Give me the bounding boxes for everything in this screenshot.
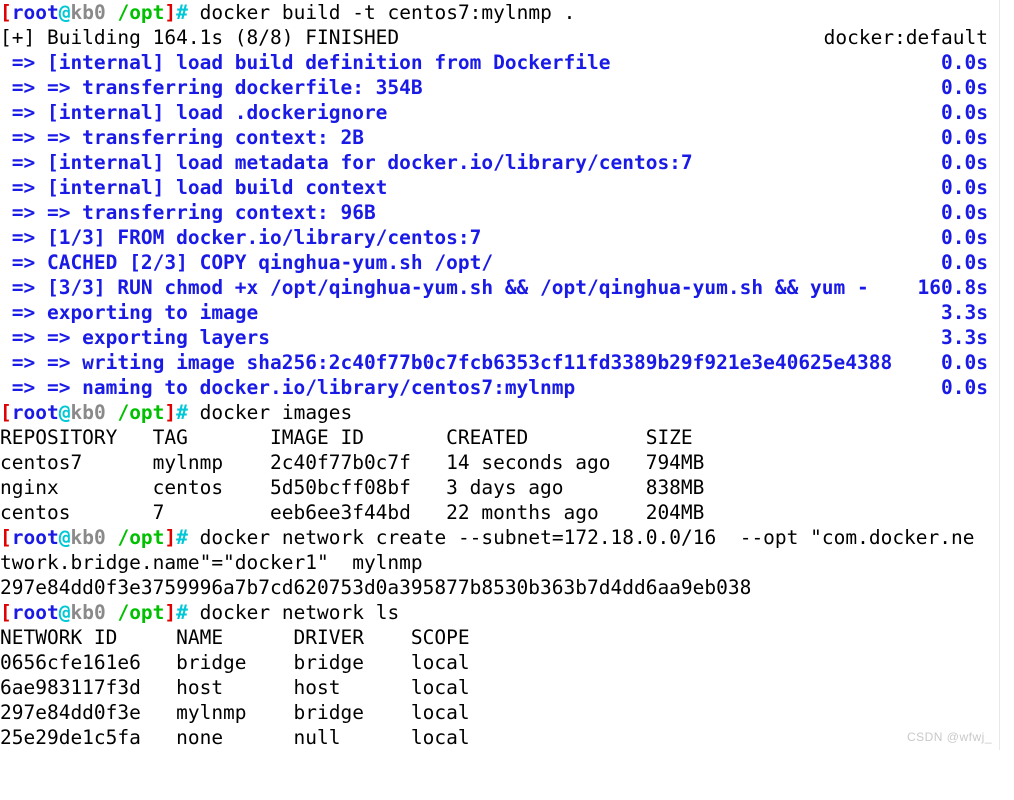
build-step-row: => [3/3] RUN chmod +x /opt/qinghua-yum.s…: [0, 275, 1000, 300]
build-step-time: 0.0s: [941, 351, 988, 374]
build-step-row: => => transferring dockerfile: 354B 0.0s: [0, 75, 1000, 100]
network-table-row: 6ae983117f3d host host local: [0, 675, 1000, 700]
build-step-time: 0.0s: [941, 201, 988, 224]
build-summary-line: [+] Building 164.1s (8/8) FINISHED docke…: [0, 25, 1000, 50]
prompt-sigil: #: [176, 401, 188, 424]
command-line-network-create-wrap: twork.bridge.name"="docker1" mylnmp: [0, 550, 1000, 575]
build-step-time: 0.0s: [941, 126, 988, 149]
network-table-row-text: 6ae983117f3d host host local: [0, 676, 470, 699]
build-step-time: 0.0s: [941, 251, 988, 274]
prompt-open-bracket: [: [0, 401, 12, 424]
build-step-time: 0.0s: [941, 176, 988, 199]
images-table-row: centos7 mylnmp 2c40f77b0c7f 14 seconds a…: [0, 450, 1000, 475]
command-text-network-ls: docker network ls: [187, 601, 400, 624]
build-step-time: 0.0s: [941, 226, 988, 249]
build-step-row: => [internal] load build context 0.0s: [0, 175, 1000, 200]
prompt-path: /opt: [117, 601, 165, 624]
prompt-at-symbol: @: [58, 1, 71, 24]
build-step-time: 0.0s: [941, 76, 988, 99]
prompt-sigil: #: [176, 526, 188, 549]
build-step-row: => [internal] load metadata for docker.i…: [0, 150, 1000, 175]
build-step-row: => [1/3] FROM docker.io/library/centos:7…: [0, 225, 1000, 250]
scrollbar-gutter[interactable]: [999, 0, 1014, 750]
images-table-row-text: centos7 mylnmp 2c40f77b0c7f 14 seconds a…: [0, 451, 705, 474]
prompt-hostname: kb0: [70, 1, 106, 24]
prompt-close-bracket: ]: [164, 1, 177, 24]
prompt-hostname: kb0: [70, 401, 106, 424]
build-step-row: => => writing image sha256:2c40f77b0c7fc…: [0, 350, 1000, 375]
network-table-row: 297e84dd0f3e mylnmp bridge local: [0, 700, 1000, 725]
prompt-line: [root@kb0 /opt]# docker build -t centos7…: [0, 0, 575, 25]
network-table-row-text: 297e84dd0f3e mylnmp bridge local: [0, 701, 470, 724]
prompt-sigil: #: [176, 1, 188, 24]
csdn-watermark: CSDN @wfwj_: [906, 730, 992, 744]
network-table-row: 0656cfe161e6 bridge bridge local: [0, 650, 1000, 675]
prompt-user: root: [11, 401, 59, 424]
prompt-user: root: [11, 601, 59, 624]
images-table-header: REPOSITORY TAG IMAGE ID CREATED SIZE: [0, 425, 1000, 450]
build-step-row: => => transferring context: 2B 0.0s: [0, 125, 1000, 150]
build-step-time: 160.8s: [917, 276, 988, 299]
network-table-row-text: 0656cfe161e6 bridge bridge local: [0, 651, 470, 674]
prompt-sigil: #: [176, 601, 188, 624]
prompt-at-symbol: @: [58, 526, 71, 549]
command-line-network-create: [root@kb0 /opt]# docker network create -…: [0, 525, 1000, 550]
prompt-line: [root@kb0 /opt]# docker network ls: [0, 600, 399, 625]
prompt-path: /opt: [117, 1, 165, 24]
prompt-open-bracket: [: [0, 601, 12, 624]
prompt-path: /opt: [117, 401, 165, 424]
network-table-row-text: 25e29de1c5fa none null local: [0, 726, 470, 749]
build-step-time: 0.0s: [941, 376, 988, 399]
build-step-row: => => naming to docker.io/library/centos…: [0, 375, 1000, 400]
prompt-hostname: kb0: [70, 601, 106, 624]
prompt-line: [root@kb0 /opt]# docker network create -…: [0, 525, 975, 550]
prompt-user: root: [11, 526, 59, 549]
build-step-row: => => transferring context: 96B 0.0s: [0, 200, 1000, 225]
prompt-hostname: kb0: [70, 526, 106, 549]
prompt-at-symbol: @: [58, 601, 71, 624]
prompt-line: [root@kb0 /opt]# docker images: [0, 400, 352, 425]
build-step-time: 0.0s: [941, 101, 988, 124]
build-step-row: => => exporting layers 3.3s: [0, 325, 1000, 350]
build-step-row: => CACHED [2/3] COPY qinghua-yum.sh /opt…: [0, 250, 1000, 275]
command-line-build: [root@kb0 /opt]# docker build -t centos7…: [0, 0, 1000, 25]
images-table-header-text: REPOSITORY TAG IMAGE ID CREATED SIZE: [0, 426, 693, 449]
prompt-close-bracket: ]: [164, 601, 177, 624]
prompt-path: /opt: [117, 526, 165, 549]
images-table-row-text: nginx centos 5d50bcff08bf 3 days ago 838…: [0, 476, 705, 499]
build-step-row: => [internal] load .dockerignore 0.0s: [0, 100, 1000, 125]
command-text-network-create: docker network create --subnet=172.18.0.…: [187, 526, 975, 549]
build-driver-label: docker:default: [823, 26, 988, 49]
build-step-row: => [internal] load build definition from…: [0, 50, 1000, 75]
prompt-open-bracket: [: [0, 526, 12, 549]
images-table-row: nginx centos 5d50bcff08bf 3 days ago 838…: [0, 475, 1000, 500]
prompt-at-symbol: @: [58, 401, 71, 424]
network-id-output-text: 297e84dd0f3e3759996a7b7cd620753d0a395877…: [0, 576, 752, 599]
command-text-images: docker images: [187, 401, 353, 424]
build-step-time: 0.0s: [941, 151, 988, 174]
prompt-user: root: [11, 1, 59, 24]
prompt-close-bracket: ]: [164, 526, 177, 549]
terminal-screen[interactable]: [root@kb0 /opt]# docker build -t centos7…: [0, 0, 1000, 750]
build-step-time: 3.3s: [941, 301, 988, 324]
network-create-output: 297e84dd0f3e3759996a7b7cd620753d0a395877…: [0, 575, 1000, 600]
command-text-network-create-wrap: twork.bridge.name"="docker1" mylnmp: [0, 551, 423, 574]
build-step-time: 3.3s: [941, 326, 988, 349]
network-table-header: NETWORK ID NAME DRIVER SCOPE: [0, 625, 1000, 650]
network-table-row: 25e29de1c5fa none null local: [0, 725, 1000, 750]
prompt-close-bracket: ]: [164, 401, 177, 424]
images-table-row-text: centos 7 eeb6ee3f44bd 22 months ago 204M…: [0, 501, 705, 524]
prompt-open-bracket: [: [0, 1, 12, 24]
command-line-images: [root@kb0 /opt]# docker images: [0, 400, 1000, 425]
command-line-network-ls: [root@kb0 /opt]# docker network ls: [0, 600, 1000, 625]
command-text-build: docker build -t centos7:mylnmp .: [187, 1, 576, 24]
images-table-row: centos 7 eeb6ee3f44bd 22 months ago 204M…: [0, 500, 1000, 525]
terminal-window: [root@kb0 /opt]# docker build -t centos7…: [0, 0, 1014, 750]
build-step-time: 0.0s: [941, 51, 988, 74]
build-step-row: => exporting to image 3.3s: [0, 300, 1000, 325]
network-table-header-text: NETWORK ID NAME DRIVER SCOPE: [0, 626, 470, 649]
